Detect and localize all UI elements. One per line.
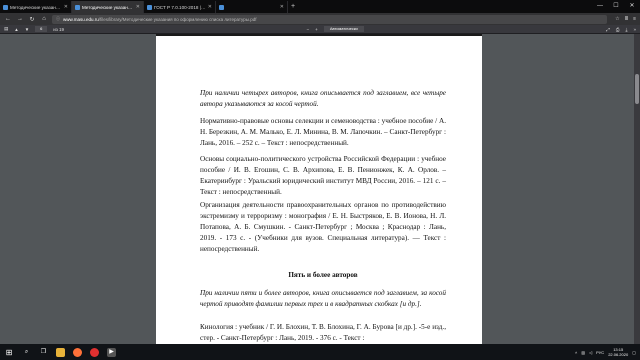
navigation-bar: ← → ↻ ⌂ ⓘ www.masu.edu.ru /files/library… (0, 13, 640, 25)
paragraph: Нормативно-правовые основы селекции и се… (200, 117, 446, 147)
bookmark-icon[interactable]: ☆ (615, 16, 619, 22)
page-icon (147, 4, 152, 10)
close-window-button[interactable]: ✕ (624, 0, 640, 13)
taskbar: ⊞ ⌕ ❐ ▶ ˄ ▥ ◁ РУС 13:15 22.06.2020 ▢ (0, 344, 640, 360)
pdf-page: При наличии четырех авторов, книга описы… (156, 34, 482, 344)
library-icon[interactable]: Ⅲ (625, 16, 628, 22)
info-icon[interactable]: ⓘ (56, 16, 60, 22)
zoom-select[interactable]: Автоматически (323, 26, 364, 32)
network-icon[interactable]: ▥ (581, 350, 585, 355)
section-heading: Пять и более авторов (288, 271, 358, 279)
system-tray: ˄ ▥ ◁ РУС 13:15 22.06.2020 ▢ (575, 347, 636, 357)
url-path: /files/library/Методические указания по … (98, 16, 257, 22)
paragraph: Основы социально-политического устройств… (200, 155, 446, 196)
address-bar[interactable]: ⓘ www.masu.edu.ru /files/library/Методич… (52, 14, 608, 24)
tab-title: ГОСТ Р 7.0.100-2018 | Страница ... (154, 4, 206, 10)
media-icon[interactable]: ▶ (107, 347, 116, 357)
clock[interactable]: 13:15 22.06.2020 (608, 347, 628, 357)
task-view-icon[interactable]: ❐ (39, 348, 48, 357)
presentation-icon[interactable]: ⤢ (606, 27, 610, 32)
home-icon[interactable]: ⌂ (40, 16, 48, 22)
print-icon[interactable]: ⎙ (616, 27, 620, 32)
scrollbar[interactable] (634, 34, 640, 344)
browser-tab-4[interactable]: ✕ (216, 1, 288, 13)
new-tab-button[interactable]: + (288, 1, 298, 13)
sidebar-toggle-icon[interactable]: ▤ (4, 26, 8, 32)
maximize-button[interactable]: ☐ (608, 0, 624, 13)
page-icon (219, 4, 224, 10)
close-tab-icon[interactable]: ✕ (64, 4, 68, 10)
download-icon[interactable]: ⤓ (625, 27, 627, 32)
paragraph: Организация деятельности правоохранитель… (200, 201, 446, 253)
zoom-in-icon[interactable]: + (315, 27, 318, 32)
paragraph: Кинология : учебник / Г. И. Блохин, Т. В… (200, 323, 446, 342)
page-down-icon[interactable]: ▼ (25, 27, 29, 32)
browser-tab-3[interactable]: ГОСТ Р 7.0.100-2018 | Страница ... ✕ (144, 1, 216, 13)
menu-icon[interactable]: ≡ (633, 16, 636, 22)
firefox-icon[interactable] (73, 347, 82, 357)
toolbar-icons: ☆ Ⅲ ≡ (615, 16, 636, 22)
close-tab-icon[interactable]: ✕ (280, 4, 284, 10)
pdf-toolbar: ▤ ▲ ▼ 6 из 19 − + Автоматически ⤢ ⎙ ⤓ » (0, 25, 640, 34)
close-tab-icon[interactable]: ✕ (136, 4, 140, 10)
pdf-icon (75, 4, 80, 10)
paragraph: При наличии пяти и более авторов, книга … (200, 289, 446, 308)
tab-strip: Методические указания по с... ✕ Методиче… (0, 0, 640, 13)
explorer-icon[interactable] (56, 347, 65, 357)
scrollbar-thumb[interactable] (635, 74, 639, 104)
page-icon (3, 4, 8, 10)
volume-icon[interactable]: ◁ (589, 350, 592, 355)
page-number-input[interactable]: 6 (35, 26, 48, 32)
date: 22.06.2020 (608, 352, 629, 357)
browser-tab-1[interactable]: Методические указания по с... ✕ (0, 1, 72, 13)
reload-icon[interactable]: ↻ (28, 16, 36, 23)
tools-icon[interactable]: » (633, 27, 636, 32)
language-indicator[interactable]: РУС (596, 350, 604, 355)
chevron-up-icon[interactable]: ˄ (575, 350, 577, 355)
notifications-icon[interactable]: ▢ (632, 350, 636, 355)
zoom-out-icon[interactable]: − (307, 27, 310, 32)
url-domain: www.masu.edu.ru (63, 16, 99, 22)
windows-start-icon[interactable]: ⊞ (4, 348, 14, 357)
page-total: из 19 (53, 26, 65, 32)
back-icon[interactable]: ← (4, 16, 12, 22)
minimize-button[interactable]: — (592, 0, 608, 13)
tab-title: Методические указания по... (82, 4, 134, 10)
window-controls: — ☐ ✕ (592, 0, 640, 13)
yandex-icon[interactable] (90, 347, 99, 357)
tab-title: Методические указания по с... (10, 4, 62, 10)
search-icon[interactable]: ⌕ (22, 348, 31, 357)
browser-tab-2[interactable]: Методические указания по... ✕ (72, 1, 144, 13)
forward-icon[interactable]: → (16, 16, 24, 22)
page-up-icon[interactable]: ▲ (14, 27, 18, 32)
close-tab-icon[interactable]: ✕ (208, 4, 212, 10)
pdf-viewer[interactable]: При наличии четырех авторов, книга описы… (0, 34, 640, 344)
paragraph: При наличии четырех авторов, книга описы… (200, 89, 446, 108)
